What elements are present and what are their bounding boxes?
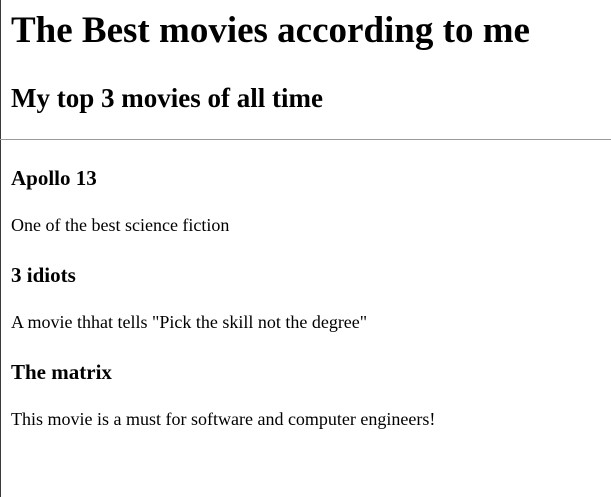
movie-description: This movie is a must for software and co… <box>11 409 436 429</box>
movie-description: One of the best science fiction <box>11 215 230 235</box>
movie-title: Apollo 13 <box>11 166 97 190</box>
page-subtitle: My top 3 movies of all time <box>11 83 323 113</box>
movie-title: 3 idiots <box>11 263 76 287</box>
window-left-edge <box>0 0 1 497</box>
section-divider <box>0 139 611 140</box>
movie-title: The matrix <box>11 360 112 384</box>
page-title: The Best movies according to me <box>11 10 530 51</box>
movie-description: A movie thhat tells "Pick the skill not … <box>11 312 368 332</box>
